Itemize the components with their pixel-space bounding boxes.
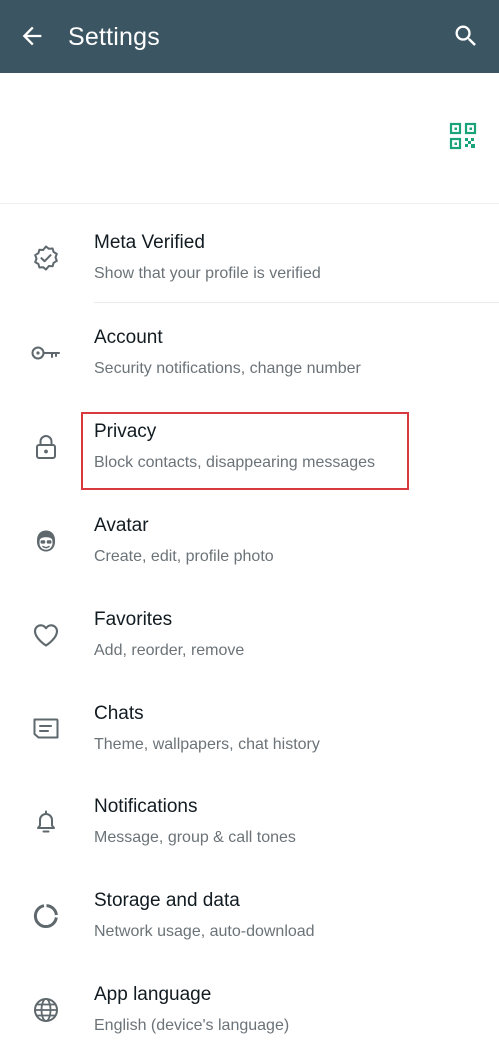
settings-item-subtitle: Show that your profile is verified — [94, 265, 321, 282]
settings-item-chats[interactable]: Chats Theme, wallpapers, chat history — [0, 679, 499, 773]
verified-badge-icon — [30, 242, 62, 274]
search-icon[interactable] — [452, 22, 480, 50]
globe-icon — [30, 994, 62, 1026]
settings-item-label: Account — [94, 327, 163, 348]
settings-item-notifications[interactable]: Notifications Message, group & call tone… — [0, 772, 499, 866]
settings-item-subtitle: Add, reorder, remove — [94, 642, 245, 659]
settings-item-subtitle: Block contacts, disappearing messages — [94, 454, 376, 471]
key-icon — [30, 337, 62, 369]
qr-code-icon[interactable] — [449, 122, 477, 150]
settings-item-label: Avatar — [94, 515, 149, 536]
settings-item-meta-verified[interactable]: Meta Verified Show that your profile is … — [0, 208, 499, 302]
storage-circle-icon — [30, 900, 62, 932]
chat-icon — [30, 713, 62, 745]
settings-item-subtitle: Message, group & call tones — [94, 829, 296, 846]
heart-icon — [30, 619, 62, 651]
settings-item-favorites[interactable]: Favorites Add, reorder, remove — [0, 585, 499, 679]
settings-item-subtitle: Create, edit, profile photo — [94, 548, 274, 565]
lock-icon — [30, 431, 62, 463]
settings-item-storage-and-data[interactable]: Storage and data Network usage, auto-dow… — [0, 866, 499, 960]
settings-item-avatar[interactable]: Avatar Create, edit, profile photo — [0, 491, 499, 585]
settings-item-label: Privacy — [94, 421, 157, 442]
settings-item-subtitle: Theme, wallpapers, chat history — [94, 736, 320, 753]
settings-item-label: Meta Verified — [94, 232, 205, 253]
settings-item-label: App language — [94, 984, 212, 1005]
divider — [0, 203, 499, 204]
settings-item-subtitle: Security notifications, change number — [94, 360, 361, 377]
settings-item-label: Chats — [94, 703, 144, 724]
settings-item-label: Favorites — [94, 609, 173, 630]
page-title: Settings — [68, 23, 160, 51]
settings-item-privacy[interactable]: Privacy Block contacts, disappearing mes… — [0, 397, 499, 491]
settings-item-label: Storage and data — [94, 890, 240, 911]
app-bar: Settings — [0, 0, 499, 73]
bell-icon — [30, 806, 62, 838]
settings-item-account[interactable]: Account Security notifications, change n… — [0, 303, 499, 397]
arrow-left-icon[interactable] — [18, 22, 46, 50]
settings-item-label: Notifications — [94, 796, 198, 817]
settings-item-subtitle: English (device's language) — [94, 1017, 290, 1034]
profile-area[interactable] — [0, 73, 499, 203]
settings-item-subtitle: Network usage, auto-download — [94, 923, 315, 940]
avatar-face-icon — [30, 525, 62, 557]
settings-item-app-language[interactable]: App language English (device's language) — [0, 960, 499, 1054]
